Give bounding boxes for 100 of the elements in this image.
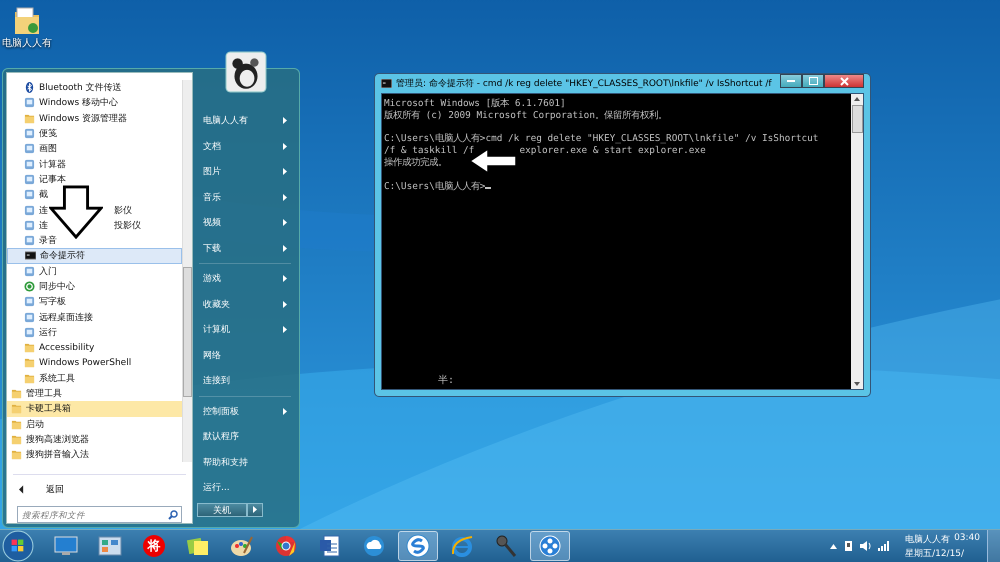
- menu-item[interactable]: 下载: [199, 236, 291, 261]
- submenu-arrow-icon: [283, 300, 287, 308]
- scrollbar[interactable]: [851, 94, 863, 389]
- submenu-arrow-icon: [283, 168, 287, 176]
- device-icon[interactable]: [844, 540, 854, 552]
- scrollbar[interactable]: [182, 80, 192, 462]
- monitor-icon: [54, 535, 78, 557]
- program-label: 影仪: [114, 204, 132, 217]
- app-icon: [24, 128, 35, 140]
- app-icon: [24, 296, 35, 308]
- folder-item[interactable]: 管理工具: [7, 386, 182, 402]
- program-item[interactable]: 运行: [7, 324, 182, 340]
- minimize-icon: [787, 80, 795, 82]
- shutdown-button[interactable]: 关机: [197, 502, 247, 516]
- program-item[interactable]: Windows 移动中心: [7, 95, 182, 111]
- program-item[interactable]: 截: [7, 187, 182, 202]
- taskbar-button[interactable]: 将: [134, 531, 174, 561]
- taskbar-button[interactable]: [530, 531, 570, 561]
- menu-item[interactable]: 默认程序: [199, 424, 291, 450]
- program-item[interactable]: Accessibility: [7, 340, 182, 356]
- shutdown-options-button[interactable]: [247, 502, 263, 516]
- film-reel-icon: [538, 534, 562, 558]
- icon-label: 电脑人人有: [2, 36, 52, 50]
- search-icon[interactable]: [168, 510, 178, 520]
- program-item[interactable]: 录音: [7, 232, 182, 248]
- show-hidden-icons-icon[interactable]: [830, 544, 838, 548]
- menu-item[interactable]: 收藏夹: [199, 292, 291, 317]
- scroll-up-icon[interactable]: [854, 97, 860, 101]
- maximize-button[interactable]: [802, 74, 824, 88]
- app-icon: [24, 189, 35, 200]
- program-item[interactable]: 记事本: [7, 172, 182, 188]
- program-item[interactable]: 连 影仪: [7, 202, 182, 218]
- menu-item[interactable]: 网络: [199, 342, 291, 368]
- app-icon: [24, 266, 35, 277]
- clock-time[interactable]: 03:40: [954, 532, 980, 546]
- browser-icon: [275, 535, 297, 557]
- menu-item[interactable]: 计算机: [199, 317, 291, 342]
- program-item[interactable]: Bluetooth 文件传送: [7, 80, 182, 96]
- program-item[interactable]: 画图: [7, 141, 182, 156]
- menu-item[interactable]: 视频: [199, 210, 291, 236]
- program-item[interactable]: 计算器: [7, 156, 182, 172]
- search-field[interactable]: 搜索程序和文件: [17, 506, 182, 524]
- menu-item[interactable]: 音乐: [199, 184, 291, 210]
- input-method-icon: [406, 534, 430, 558]
- program-item[interactable]: 同步中心: [7, 278, 182, 294]
- close-icon: [840, 76, 848, 86]
- program-label: 投影仪: [114, 220, 141, 232]
- folder-icon: [11, 403, 22, 414]
- menu-item[interactable]: 帮助和支持: [199, 450, 291, 475]
- cloud-icon: [362, 535, 386, 557]
- menu-item[interactable]: 控制面板: [199, 398, 291, 424]
- folder-icon: [24, 342, 35, 354]
- clock-user: 电脑人人有: [905, 534, 950, 546]
- console-icon: [381, 79, 392, 88]
- program-item[interactable]: 写字板: [7, 294, 182, 310]
- sticky-notes-icon: [186, 535, 210, 557]
- menu-item[interactable]: 文档: [199, 134, 291, 159]
- program-item[interactable]: 命令提示符: [7, 248, 182, 264]
- console-icon: [25, 250, 36, 262]
- folder-item[interactable]: 卡硬工具箱: [7, 401, 182, 417]
- scroll-thumb[interactable]: [183, 267, 192, 397]
- program-item[interactable]: 远程桌面连接: [7, 309, 182, 325]
- user-folder-icon[interactable]: [13, 6, 41, 36]
- window-title: 管理员: 命令提示符 - cmd /k reg delete "HKEY_CLASSES_ROOT\lnkfile" /v IsShortcut /f: [396, 78, 773, 90]
- back-button[interactable]: 返回: [13, 474, 186, 496]
- program-item[interactable]: Windows 资源管理器: [7, 110, 182, 126]
- chess-icon: 将: [143, 535, 165, 557]
- folder-item[interactable]: 搜狗高速浏览器: [7, 432, 182, 448]
- program-item[interactable]: 连 投影仪: [7, 218, 182, 233]
- folder-icon: [24, 372, 35, 384]
- app-icon: [24, 204, 35, 216]
- folder-item[interactable]: 启动: [7, 416, 182, 432]
- clock-date[interactable]: 星期五/12/15/: [905, 546, 964, 560]
- menu-item[interactable]: 游戏: [199, 266, 291, 292]
- minimize-button[interactable]: [780, 74, 802, 88]
- scroll-down-icon[interactable]: [854, 382, 860, 386]
- taskbar-button[interactable]: [398, 531, 438, 561]
- program-item[interactable]: 便笺: [7, 126, 182, 142]
- menu-item[interactable]: 电脑人人有: [199, 108, 291, 134]
- scroll-thumb[interactable]: [852, 105, 862, 133]
- folder-item[interactable]: 搜狗拼音输入法: [7, 447, 182, 462]
- start-button[interactable]: [2, 530, 34, 562]
- app-icon: [24, 158, 35, 170]
- menu-item[interactable]: 连接到: [199, 368, 291, 394]
- program-item[interactable]: Windows PowerShell: [7, 355, 182, 371]
- folder-icon: [24, 357, 35, 368]
- document-icon: [319, 535, 341, 557]
- submenu-arrow-icon: [283, 117, 287, 124]
- close-button[interactable]: [824, 74, 864, 88]
- program-item[interactable]: 系统工具: [7, 370, 182, 386]
- menu-item[interactable]: 运行...: [199, 475, 291, 500]
- menu-item[interactable]: 图片: [199, 159, 291, 184]
- folder-icon: [11, 388, 22, 400]
- network-icon[interactable]: [878, 541, 890, 551]
- program-item[interactable]: 入门: [7, 264, 182, 279]
- app-icon: [24, 235, 35, 246]
- app-icon: [24, 174, 35, 185]
- submenu-arrow-icon: [283, 326, 287, 334]
- volume-icon[interactable]: [860, 541, 872, 551]
- submenu-arrow-icon: [283, 219, 287, 226]
